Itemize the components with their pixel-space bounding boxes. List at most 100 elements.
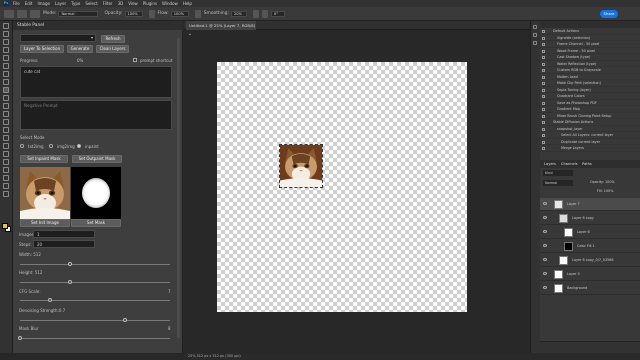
home-icon[interactable] <box>4 9 14 18</box>
mask-blur-slider-knob[interactable] <box>18 336 22 340</box>
prompt-textarea[interactable]: cute cat <box>20 66 172 98</box>
eye-icon[interactable] <box>543 286 547 289</box>
eye-icon[interactable] <box>543 202 547 205</box>
blend-mode-select[interactable]: Normal <box>543 180 573 186</box>
panel-scrollbar[interactable] <box>177 38 180 338</box>
generate-button[interactable]: Generate <box>67 45 93 53</box>
action-row[interactable]: Mixer Brush Cloning Paint Setup <box>540 114 640 120</box>
action-row[interactable]: Duplicate current layer <box>540 140 640 146</box>
menu-3d[interactable]: 3D <box>118 1 124 6</box>
tab-layers[interactable]: Layers <box>544 160 556 168</box>
photoshop-logo[interactable]: Ps <box>3 1 9 6</box>
pressure-opacity-icon[interactable] <box>148 9 155 18</box>
action-row[interactable]: Default Actions <box>540 29 640 35</box>
action-row[interactable]: Make Clip Path (selection) <box>540 81 640 87</box>
action-toggle-checkbox[interactable] <box>542 36 545 40</box>
more-tools-icon[interactable] <box>3 191 9 197</box>
menu-type[interactable]: Type <box>71 1 80 6</box>
action-toggle-checkbox[interactable] <box>542 75 545 79</box>
healing-brush-tool-icon[interactable] <box>3 79 9 85</box>
set-init-image-button[interactable]: Set Init Image <box>20 219 70 227</box>
action-row[interactable]: Merge Layers <box>540 146 640 152</box>
layer-row[interactable]: Layer 3 <box>540 268 640 281</box>
rectangle-tool-icon[interactable] <box>3 167 9 173</box>
mode-radio-inpaint[interactable] <box>77 144 81 148</box>
action-row[interactable]: Gradient Map <box>540 107 640 113</box>
prompt-shortcut-checkbox[interactable] <box>133 58 137 62</box>
layer-row[interactable]: Layer 7 <box>540 198 640 211</box>
eye-icon[interactable] <box>543 272 547 275</box>
hand-tool-icon[interactable] <box>3 175 9 181</box>
layer-to-selection-button[interactable]: Layer To Selection <box>20 45 64 53</box>
brush-settings-icon[interactable] <box>30 9 40 18</box>
refresh-button[interactable]: Refresh <box>101 35 125 43</box>
eyedropper-tool-icon[interactable] <box>3 71 9 77</box>
action-row[interactable]: Select All Layers: current layer <box>540 133 640 139</box>
layer-opacity[interactable]: Opacity: 100% <box>590 180 615 184</box>
dodge-tool-icon[interactable] <box>3 135 9 141</box>
menu-select[interactable]: Select <box>85 1 97 6</box>
set-outpaint-mask-button[interactable]: Set Outpaint Mask <box>72 155 122 163</box>
marquee-tool-icon[interactable] <box>3 31 9 37</box>
action-row[interactable]: Molten Lead <box>540 75 640 81</box>
menu-image[interactable]: Image <box>37 1 50 6</box>
negative-prompt-textarea[interactable]: Negative Prompt <box>20 100 172 130</box>
menu-filter[interactable]: Filter <box>103 1 113 6</box>
layer-row[interactable]: Layer 6 <box>540 226 640 239</box>
action-row[interactable]: Cast Shadow (type) <box>540 55 640 61</box>
layer-row[interactable]: Layer 6 copy <box>540 212 640 225</box>
height-slider-knob[interactable] <box>67 280 72 284</box>
images-field[interactable]: 1 <box>33 230 95 238</box>
steps-field[interactable]: 20 <box>33 240 95 248</box>
blur-tool-icon[interactable] <box>3 127 9 133</box>
mode-select[interactable]: Normal <box>58 10 99 17</box>
action-toggle-checkbox[interactable] <box>542 88 545 92</box>
brush-preset-icon[interactable] <box>17 9 27 18</box>
move-tool-icon[interactable] <box>3 23 9 29</box>
pen-tool-icon[interactable] <box>3 143 9 149</box>
document-tab[interactable]: Untitled-1 @ 25% (Layer 7, RGB/8) * <box>186 21 256 37</box>
denoising-slider-knob[interactable] <box>123 318 127 322</box>
adjustments-panel-icon[interactable] <box>533 41 537 45</box>
quick-select-tool-icon[interactable] <box>3 47 9 53</box>
eye-icon[interactable] <box>543 230 547 233</box>
history-brush-tool-icon[interactable] <box>3 103 9 109</box>
action-toggle-checkbox[interactable] <box>542 134 545 137</box>
menu-edit[interactable]: Edit <box>25 1 33 6</box>
tab-paths[interactable]: Paths <box>582 160 592 168</box>
action-toggle-checkbox[interactable] <box>542 140 545 144</box>
lasso-tool-icon[interactable] <box>3 39 9 45</box>
action-toggle-checkbox[interactable] <box>542 108 545 111</box>
eye-icon[interactable] <box>543 216 547 219</box>
smoothing-field[interactable]: 20% <box>230 10 247 17</box>
clone-stamp-tool-icon[interactable] <box>3 95 9 101</box>
action-toggle-checkbox[interactable] <box>542 121 545 124</box>
action-toggle-checkbox[interactable] <box>542 95 545 98</box>
share-button[interactable]: Share <box>600 10 618 18</box>
document-canvas[interactable] <box>217 62 467 312</box>
action-row[interactable]: Quadrant Colors <box>540 94 640 100</box>
menu-view[interactable]: View <box>128 1 138 6</box>
width-slider-knob[interactable] <box>67 262 72 266</box>
action-row[interactable]: Stable Diffusion Actions <box>540 120 640 126</box>
action-toggle-checkbox[interactable] <box>542 147 545 150</box>
foreground-color-swatch[interactable] <box>2 223 8 229</box>
set-mask-button[interactable]: Set Mask <box>71 219 121 227</box>
smoothing-settings-icon[interactable] <box>252 9 259 18</box>
brush-tool-icon[interactable] <box>3 87 9 93</box>
action-row[interactable]: Water Reflection (type) <box>540 62 640 68</box>
action-toggle-checkbox[interactable] <box>542 56 545 59</box>
action-row[interactable]: Wood Frame - 50 pixel <box>540 49 640 55</box>
menu-window[interactable]: Window <box>162 1 178 6</box>
set-inpaint-mask-button[interactable]: Set Inpaint Mask <box>20 155 68 163</box>
menu-help[interactable]: Help <box>183 1 192 6</box>
menu-file[interactable]: File <box>13 1 20 6</box>
menu-plugins[interactable]: Plugins <box>143 1 157 6</box>
tab-channels[interactable]: Channels <box>561 160 578 168</box>
action-row[interactable]: snapshot_layer <box>540 127 640 133</box>
opacity-field[interactable]: 100% <box>124 10 143 17</box>
action-toggle-checkbox[interactable] <box>542 101 545 105</box>
action-toggle-checkbox[interactable] <box>542 30 545 33</box>
layer-filter-kind[interactable]: Kind <box>543 170 573 176</box>
action-toggle-checkbox[interactable] <box>542 69 545 72</box>
